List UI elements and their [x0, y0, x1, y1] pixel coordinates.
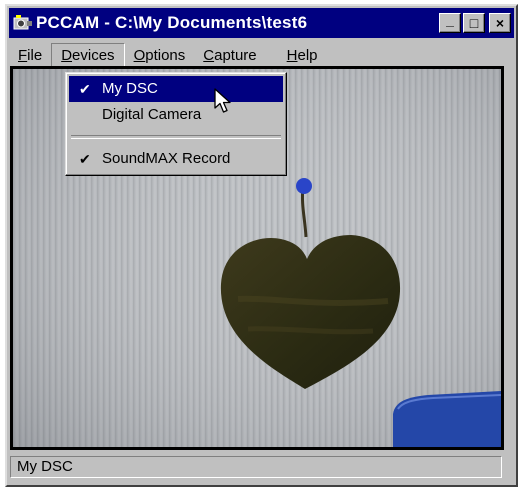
menu-item-digital-camera[interactable]: Digital Camera — [69, 102, 283, 128]
checkmark-icon: ✔ — [79, 81, 91, 97]
close-icon: × — [495, 15, 505, 31]
minimize-button[interactable]: _ — [439, 13, 461, 33]
menu-item-my-dsc[interactable]: ✔ My DSC — [69, 76, 283, 102]
menu-item-soundmax-record[interactable]: ✔ SoundMAX Record — [69, 146, 283, 172]
pin-shape — [296, 178, 312, 194]
maximize-icon: □ — [469, 15, 479, 31]
minimize-icon: _ — [446, 12, 454, 28]
app-camera-icon — [13, 15, 32, 30]
mouse-pointer-icon — [214, 88, 231, 113]
close-button[interactable]: × — [489, 13, 511, 33]
status-text: My DSC — [17, 458, 73, 475]
status-bar: My DSC — [10, 456, 502, 478]
checkmark-icon: ✔ — [79, 151, 91, 167]
blue-object-shape — [393, 391, 501, 447]
menu-separator — [71, 135, 281, 139]
devices-dropdown-menu: ✔ My DSC Digital Camera ✔ SoundMAX Recor… — [65, 72, 287, 176]
title-bar[interactable]: PCCAM - C:\My Documents\test6 _ □ × — [9, 8, 514, 38]
window-title: PCCAM - C:\My Documents\test6 — [36, 13, 308, 32]
maximize-button[interactable]: □ — [463, 13, 485, 33]
